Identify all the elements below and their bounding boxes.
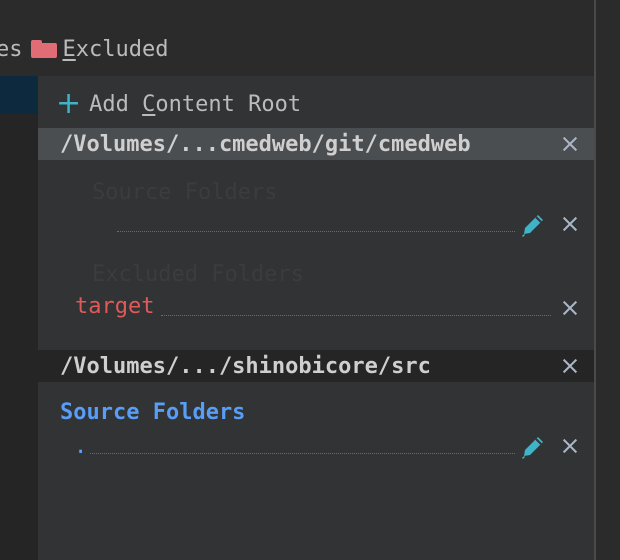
- remove-excluded-folder-close-icon[interactable]: [561, 299, 579, 317]
- remove-folder-close-icon[interactable]: [561, 437, 579, 455]
- left-list-panel: [0, 76, 38, 560]
- add-content-root-label: Add Content Root: [89, 91, 302, 117]
- excluded-toggle-label[interactable]: Excluded: [63, 37, 169, 62]
- source-folders-title: Source Folders: [92, 180, 278, 205]
- content-root-path: /Volumes/...cmedweb/git/cmedweb: [60, 131, 471, 157]
- add-content-root-button[interactable]: + Add Content Root: [56, 86, 301, 122]
- folder-row-leader: [161, 315, 551, 316]
- pencil-icon[interactable]: [518, 432, 548, 462]
- source-folder-entry[interactable]: .: [74, 434, 87, 459]
- content-root-header[interactable]: /Volumes/...cmedweb/git/cmedweb: [38, 128, 594, 160]
- source-folders-title: Source Folders: [60, 400, 246, 425]
- folder-row-leader: [117, 231, 515, 232]
- mark-as-toolbar: es Excluded: [0, 30, 594, 68]
- left-list-selected-item[interactable]: [0, 76, 38, 114]
- excluded-folder-entry[interactable]: target: [75, 294, 154, 319]
- excluded-folders-title: Excluded Folders: [92, 262, 304, 287]
- content-root-path: /Volumes/.../shinobicore/src: [60, 353, 431, 379]
- excluded-folder-icon[interactable]: [30, 40, 57, 58]
- folder-row-leader: [90, 453, 515, 454]
- pencil-icon[interactable]: [518, 210, 548, 240]
- right-gutter: [596, 0, 620, 560]
- toolbar-prev-label[interactable]: es: [0, 37, 23, 62]
- remove-content-root-close-icon[interactable]: [561, 135, 579, 153]
- content-root-header[interactable]: /Volumes/.../shinobicore/src: [38, 350, 594, 382]
- remove-folder-close-icon[interactable]: [561, 215, 579, 233]
- remove-content-root-close-icon[interactable]: [561, 357, 579, 375]
- plus-icon: +: [56, 86, 82, 121]
